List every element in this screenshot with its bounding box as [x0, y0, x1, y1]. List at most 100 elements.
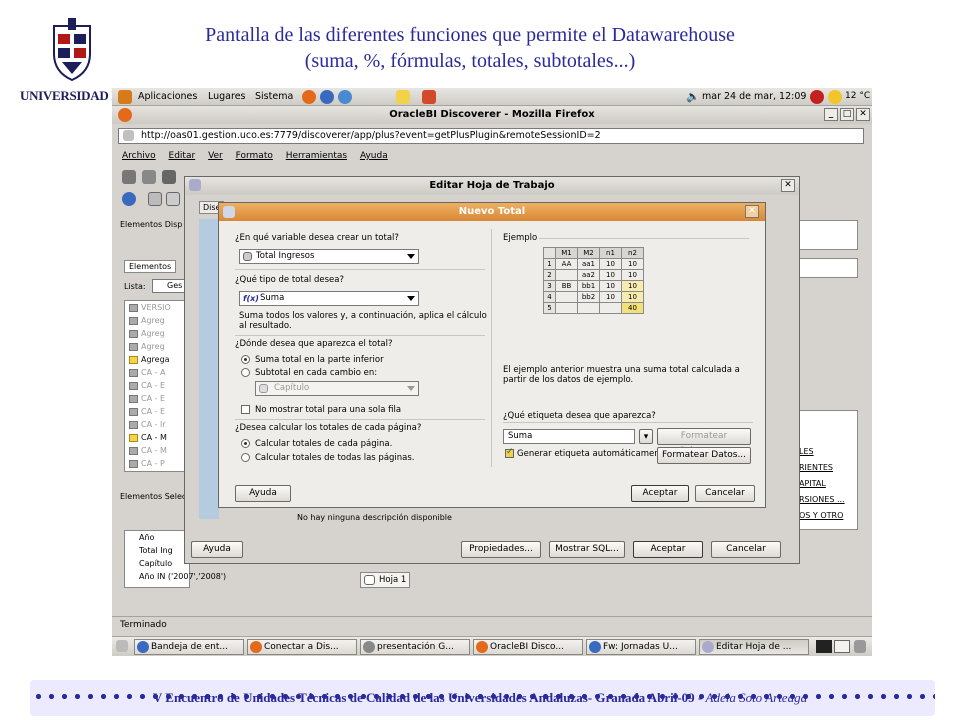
taskbar-button[interactable]: Editar Hoja de ... [699, 639, 809, 655]
new-total-help-button[interactable]: Ayuda [235, 485, 291, 502]
divider [235, 335, 485, 336]
available-elements-label: Elementos Disp [120, 220, 183, 229]
toolbar-table-icon[interactable] [148, 192, 162, 206]
format-header-button[interactable]: Formatear Cabecera... [657, 428, 751, 456]
toolbar-icon-1[interactable] [122, 170, 136, 184]
selected-item[interactable]: Año [139, 533, 154, 542]
right-link[interactable]: RSIONES ... [799, 495, 845, 504]
properties-button[interactable]: Propiedades... [461, 541, 541, 558]
minimize-button[interactable]: _ [824, 108, 838, 121]
tree-item[interactable]: CA - E [129, 394, 165, 403]
url-bar[interactable]: http://oas01.gestion.uco.es:7779/discove… [118, 128, 864, 144]
menu-ver[interactable]: Ver [208, 151, 223, 161]
tree-item[interactable]: Agreg [129, 329, 165, 338]
taskbar-button[interactable]: Bandeja de ent... [134, 639, 244, 655]
volume-icon[interactable]: 🔈 [686, 90, 700, 103]
edit-sheet-close-button[interactable]: ✕ [781, 179, 795, 192]
no-description-text: No hay ninguna descripción disponible [297, 513, 452, 522]
label-dropdown-button[interactable]: ▾ [639, 429, 653, 444]
maximize-button[interactable]: □ [840, 108, 854, 121]
toolbar-icon-3[interactable] [162, 170, 176, 184]
label-input-value: Suma [508, 431, 533, 441]
help-launcher-icon[interactable] [338, 90, 352, 104]
show-desktop-icon[interactable] [116, 640, 128, 652]
taskbar-button[interactable]: OracleBI Disco... [473, 639, 583, 655]
workspace-switcher-2[interactable] [834, 640, 850, 653]
selected-item[interactable]: Capítulo [139, 559, 172, 568]
variable-select[interactable]: Total Ingresos [239, 249, 419, 264]
tree-item[interactable]: CA - M [129, 433, 167, 442]
option-subtotal-radio[interactable] [241, 368, 250, 377]
menu-applications[interactable]: Aplicaciones [138, 91, 197, 102]
tree-item[interactable]: CA - E [129, 381, 165, 390]
list-label: Lista: [124, 282, 146, 291]
trash-icon[interactable] [854, 640, 866, 653]
question-variable: ¿En qué variable desea crear un total? [235, 233, 399, 243]
clock[interactable]: mar 24 de mar, 12:09 [702, 91, 806, 102]
menu-system[interactable]: Sistema [255, 91, 293, 102]
label-input[interactable]: Suma [503, 429, 635, 444]
new-total-close-button[interactable]: ✕ [745, 205, 759, 218]
menu-ayuda[interactable]: Ayuda [360, 151, 388, 161]
selected-item[interactable]: Año IN ('2007','2008') [139, 572, 226, 581]
auto-label-checkbox[interactable] [505, 447, 514, 458]
edit-sheet-cancel-button[interactable]: Cancelar [711, 541, 781, 558]
show-sql-button[interactable]: Mostrar SQL... [549, 541, 625, 558]
toolbar-chart-icon[interactable] [122, 192, 136, 206]
right-link[interactable]: OS Y OTRO [799, 511, 843, 520]
no-show-single-checkbox[interactable] [241, 405, 250, 414]
tree-item[interactable]: Agreg [129, 342, 165, 351]
question-page: ¿Desea calcular los totales de cada pági… [235, 423, 422, 433]
tree-item[interactable]: CA - P [129, 459, 165, 468]
new-total-cancel-button[interactable]: Cancelar [695, 485, 755, 502]
power-icon[interactable] [810, 90, 824, 104]
menu-places[interactable]: Lugares [208, 91, 246, 102]
workspace-switcher-1[interactable] [816, 640, 832, 653]
elements-tab[interactable]: Elementos [124, 260, 177, 273]
tree-item[interactable]: Agreg [129, 316, 165, 325]
tree-item[interactable]: CA - E [129, 407, 165, 416]
sheet-tab[interactable]: Hoja 1 [360, 572, 410, 588]
toolbar-crosstab-icon[interactable] [166, 192, 180, 206]
tree-item[interactable]: Agrega [129, 355, 170, 364]
tree-item[interactable]: CA - A [129, 368, 166, 377]
option-each-page-radio[interactable] [241, 439, 250, 448]
subtotal-select[interactable]: Capítulo [255, 381, 419, 396]
tree-item[interactable]: VERSIO [129, 303, 171, 312]
taskbar-app-icon [702, 641, 714, 653]
menu-archivo[interactable]: Archivo [122, 151, 156, 161]
presentation-launcher-icon[interactable] [422, 90, 436, 104]
format-data-button[interactable]: Formatear Datos... [657, 447, 751, 464]
option-bottom-radio[interactable] [241, 355, 250, 364]
right-link[interactable]: LES [799, 447, 814, 456]
type-select[interactable]: f(x) Suma [239, 291, 419, 306]
desktop-top-panel: Aplicaciones Lugares Sistema 🔈 mar 24 de… [112, 88, 872, 106]
firefox-launcher-icon[interactable] [302, 90, 316, 104]
tree-item[interactable]: CA - M [129, 446, 167, 455]
option-all-pages-radio[interactable] [241, 453, 250, 462]
taskbar-button[interactable]: Fw: Jornadas U... [586, 639, 696, 655]
tree-item[interactable]: CA - Ir [129, 420, 166, 429]
notes-launcher-icon[interactable] [396, 90, 410, 104]
close-window-button[interactable]: ✕ [856, 108, 870, 121]
new-total-accept-button[interactable]: Aceptar [631, 485, 689, 502]
thunderbird-launcher-icon[interactable] [320, 90, 334, 104]
taskbar-button[interactable]: Conectar a Dis... [247, 639, 357, 655]
taskbar-button[interactable]: presentación G... [360, 639, 470, 655]
taskbar-button-label: Conectar a Dis... [264, 642, 339, 652]
new-total-title: Nuevo Total [458, 206, 526, 217]
type-description: Suma todos los valores y, a continuación… [239, 311, 487, 331]
edit-sheet-help-button[interactable]: Ayuda [191, 541, 243, 558]
right-link[interactable]: RIENTES [799, 463, 833, 472]
toolbar-icon-2[interactable] [142, 170, 156, 184]
available-elements-panel: Elementos Disp Elementos Lista: Ges VERS… [118, 216, 192, 476]
right-link[interactable]: APITAL [799, 479, 826, 488]
menu-herramientas[interactable]: Herramientas [286, 151, 347, 161]
menu-formato[interactable]: Formato [236, 151, 273, 161]
browser-title: OracleBI Discoverer - Mozilla Firefox [389, 109, 595, 120]
selected-item[interactable]: Total Ing [139, 546, 173, 555]
menu-editar[interactable]: Editar [169, 151, 196, 161]
gnome-foot-icon[interactable] [118, 90, 132, 104]
edit-sheet-accept-button[interactable]: Aceptar [633, 541, 703, 558]
folder-icon [129, 446, 138, 455]
